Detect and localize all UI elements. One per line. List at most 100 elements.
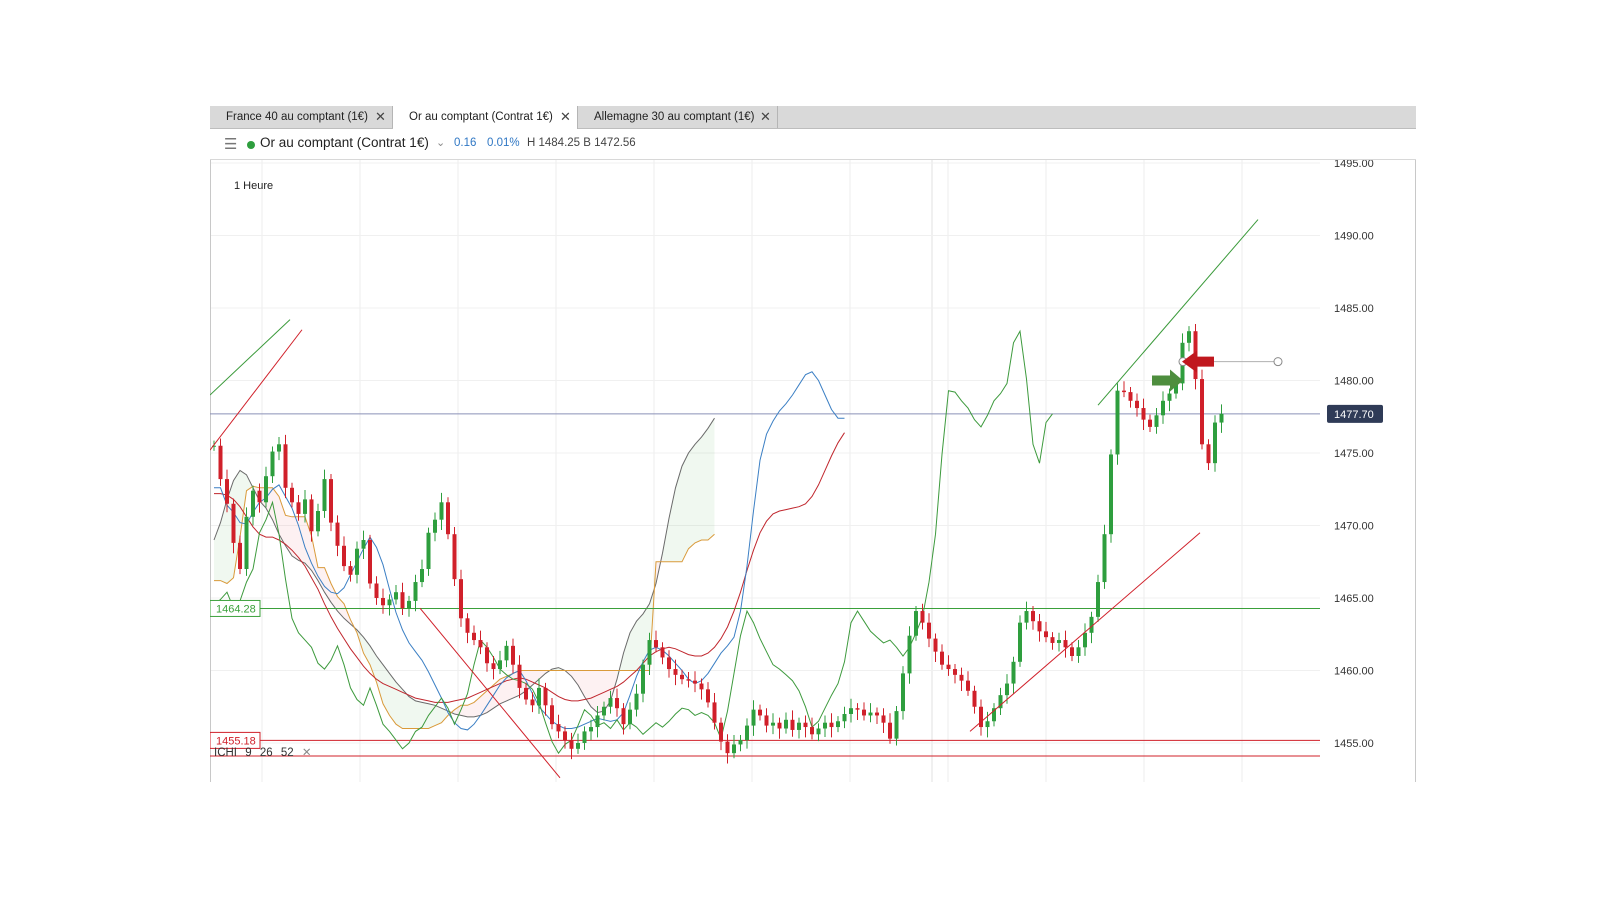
measure-handle-end[interactable] bbox=[1273, 357, 1283, 367]
candle-body bbox=[1018, 622, 1022, 662]
candle-body bbox=[699, 683, 704, 690]
candle-body bbox=[1167, 393, 1172, 401]
candle-body bbox=[413, 582, 418, 601]
candle-body bbox=[589, 727, 593, 732]
candle-body bbox=[426, 532, 431, 569]
candle-body bbox=[719, 722, 723, 742]
candle-body bbox=[316, 511, 320, 532]
cloud-segment bbox=[701, 428, 708, 540]
candle-body bbox=[439, 502, 444, 520]
candle-body bbox=[342, 545, 346, 567]
price-tick-label: 1455.00 bbox=[1334, 738, 1374, 750]
candle-body bbox=[1076, 647, 1081, 656]
candle-body bbox=[1044, 631, 1048, 638]
trading-window: France 40 au comptant (1€) ✕ Or au compt… bbox=[210, 106, 1416, 782]
candle-body bbox=[641, 664, 645, 694]
candle-body bbox=[1115, 390, 1120, 455]
current-price-label: 1477.70 bbox=[1334, 409, 1374, 421]
candle-body bbox=[966, 680, 970, 691]
candle-body bbox=[790, 719, 795, 730]
candle-body bbox=[1063, 640, 1068, 648]
candle-body bbox=[803, 722, 808, 728]
candle-body bbox=[394, 592, 398, 600]
candle-body bbox=[1096, 582, 1100, 617]
candle-body bbox=[732, 744, 736, 754]
tab-or-au-comptant[interactable]: Or au comptant (Contrat 1€) ✕ bbox=[393, 106, 578, 129]
close-icon[interactable]: ✕ bbox=[760, 106, 771, 128]
candle-body bbox=[875, 712, 879, 716]
indicator-name: ICHI bbox=[214, 747, 237, 759]
candle-body bbox=[381, 598, 385, 606]
candle-body bbox=[309, 499, 314, 532]
candle-body bbox=[329, 479, 333, 523]
candle-body bbox=[829, 722, 834, 728]
candle-body bbox=[303, 499, 307, 514]
hamburger-icon[interactable]: ☰ bbox=[224, 135, 237, 153]
candle bbox=[914, 605, 918, 641]
cloud-segment bbox=[591, 670, 598, 713]
candle-body bbox=[686, 679, 691, 681]
price-tick-label: 1475.00 bbox=[1334, 448, 1374, 460]
candle-body bbox=[602, 706, 606, 716]
tab-allemagne-30[interactable]: Allemagne 30 au comptant (1€) ✕ bbox=[578, 106, 778, 128]
tab-france-40[interactable]: France 40 au comptant (1€) ✕ bbox=[210, 106, 393, 128]
indicator-param-tenkan: 9 bbox=[245, 747, 252, 759]
price-tick-label: 1490.00 bbox=[1334, 231, 1374, 243]
candle-body bbox=[491, 663, 496, 670]
remove-indicator-icon[interactable]: ✕ bbox=[302, 747, 312, 759]
price-change-percent: 0.01% bbox=[487, 137, 520, 149]
candle bbox=[1018, 615, 1022, 667]
candle-body bbox=[355, 548, 359, 575]
candle-body bbox=[498, 660, 502, 670]
candle-body bbox=[855, 708, 860, 710]
candle-body bbox=[621, 708, 626, 725]
instrument-tab-bar: France 40 au comptant (1€) ✕ Or au compt… bbox=[210, 106, 1416, 129]
candle-body bbox=[296, 502, 301, 514]
candle-body bbox=[264, 476, 268, 503]
instrument-name[interactable]: Or au comptant (Contrat 1€) bbox=[260, 135, 429, 150]
candle-body bbox=[244, 516, 249, 569]
candle-body bbox=[738, 740, 743, 745]
candle-body bbox=[1219, 413, 1224, 423]
candle-body bbox=[517, 664, 522, 688]
cloud-segment bbox=[708, 418, 715, 540]
candle-body bbox=[361, 540, 366, 549]
price-chart[interactable]: 1495.00 1490.00 1485.00 1480.00 1475.00 1470.… bbox=[210, 160, 1416, 782]
candle-body bbox=[290, 487, 294, 503]
candle-body bbox=[1135, 400, 1139, 409]
candle-body bbox=[745, 725, 749, 741]
candle-body bbox=[530, 699, 535, 706]
candle-body bbox=[257, 490, 262, 503]
candle-body bbox=[524, 687, 528, 700]
candle-body bbox=[940, 651, 944, 665]
candle bbox=[446, 497, 450, 540]
timeframe-label: 1 Heure bbox=[234, 180, 274, 192]
candle-body bbox=[1050, 637, 1055, 643]
price-tick-label: 1495.00 bbox=[1334, 160, 1374, 170]
candle-body bbox=[959, 674, 964, 681]
chevron-down-icon[interactable]: ⌄ bbox=[436, 136, 445, 149]
candle-body bbox=[725, 741, 730, 754]
candle-body bbox=[225, 479, 229, 504]
candle-body bbox=[511, 645, 515, 665]
close-icon[interactable]: ✕ bbox=[560, 106, 571, 128]
close-icon[interactable]: ✕ bbox=[375, 106, 386, 128]
candle-body bbox=[842, 714, 847, 722]
cloud-segment bbox=[415, 700, 422, 729]
candle-body bbox=[504, 645, 509, 661]
price-tick-label: 1460.00 bbox=[1334, 666, 1374, 678]
support-price-label: 1464.28 bbox=[216, 603, 256, 615]
candle-body bbox=[862, 709, 866, 716]
candle-body bbox=[420, 569, 424, 583]
candle-body bbox=[387, 599, 392, 606]
candle-body bbox=[322, 479, 327, 511]
candle-body bbox=[680, 674, 684, 680]
candle-body bbox=[400, 592, 405, 609]
candle bbox=[368, 534, 372, 589]
candle-body bbox=[693, 680, 697, 684]
candle-body bbox=[472, 632, 476, 641]
candle-body bbox=[277, 444, 281, 452]
candle-body bbox=[1154, 415, 1159, 427]
cloud-segment bbox=[396, 682, 403, 729]
price-change: 0.16 bbox=[454, 137, 477, 149]
